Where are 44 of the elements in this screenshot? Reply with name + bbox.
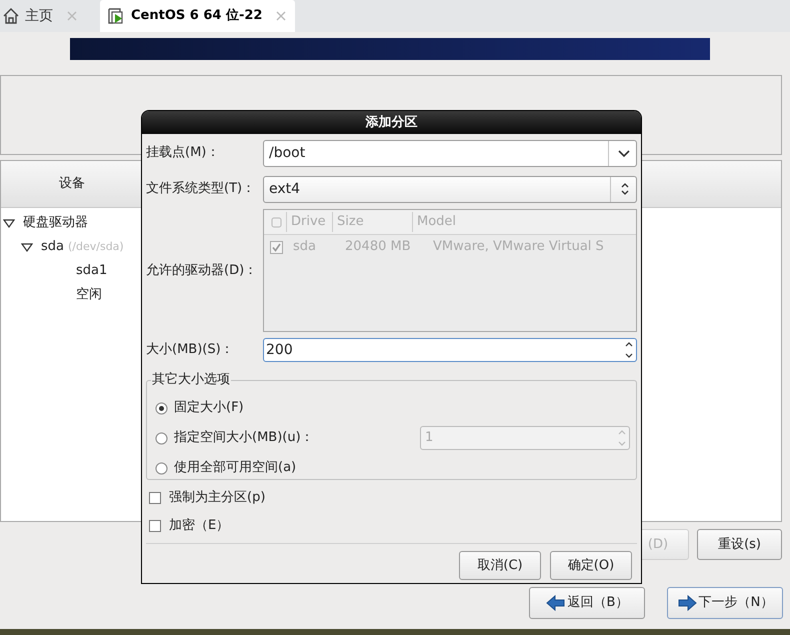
- tree-item[interactable]: 空闲: [76, 285, 102, 305]
- table-cell-text: VMware, VMware Virtual S: [432, 238, 604, 256]
- field-label: 文件系统类型(T)：: [146, 180, 256, 198]
- tab[interactable]: CentOS 6 64 位-22: [100, 0, 296, 32]
- button[interactable]: 确定(O): [550, 551, 632, 580]
- radio-button[interactable]: [155, 402, 168, 414]
- table-cell-text: sda: [292, 238, 317, 256]
- left-arrow-icon: [546, 595, 566, 611]
- button[interactable]: 取消(C): [459, 551, 541, 580]
- close-icon: [66, 10, 78, 22]
- radio-button[interactable]: [155, 432, 168, 444]
- button[interactable]: 重设(s): [697, 529, 782, 560]
- tree-item[interactable]: sda1: [76, 261, 108, 281]
- checkbox-icon: [271, 216, 282, 228]
- spinner-icon: [623, 341, 635, 359]
- option-label[interactable]: 使用全部可用空间(a): [174, 458, 296, 478]
- checkbox-label[interactable]: 强制为主分区(p): [169, 488, 266, 508]
- close-icon: [275, 10, 288, 22]
- column-header[interactable]: 设备: [59, 174, 85, 194]
- back-button[interactable]: 返回（B）: [529, 587, 645, 619]
- spin-field[interactable]: 200: [263, 338, 637, 362]
- right-arrow-icon: [676, 595, 697, 611]
- tree-item[interactable]: sda (/dev/sda): [41, 237, 124, 257]
- field-label: 大小(MB)(S)：: [146, 341, 235, 360]
- expander-icon[interactable]: [3, 218, 15, 228]
- option-label[interactable]: 指定空间大小(MB)(u)：: [174, 428, 314, 448]
- radio-button[interactable]: [155, 462, 168, 474]
- combo-field[interactable]: /boot: [263, 140, 637, 166]
- updown-icon: [619, 182, 631, 196]
- checkbox[interactable]: [149, 520, 161, 532]
- home-icon: [2, 7, 20, 25]
- expander-icon[interactable]: [21, 242, 33, 252]
- spinner-icon: [616, 429, 628, 447]
- field-label: 挂载点(M)：: [146, 144, 220, 162]
- dialog-title: 添加分区: [366, 114, 418, 132]
- field-label: 允许的驱动器(D)：: [146, 262, 258, 280]
- tab[interactable]: 主页: [0, 0, 86, 32]
- dropdown[interactable]: ext4: [263, 176, 637, 202]
- table-cell-text: 20480 MB: [344, 238, 412, 256]
- next-button[interactable]: 下一步（N）: [667, 587, 783, 619]
- option-label[interactable]: 固定大小(F): [174, 398, 244, 418]
- checkbox-label[interactable]: 加密（E）: [169, 516, 230, 536]
- tree-item[interactable]: 硬盘驱动器: [23, 213, 88, 233]
- checkbox[interactable]: [149, 492, 161, 504]
